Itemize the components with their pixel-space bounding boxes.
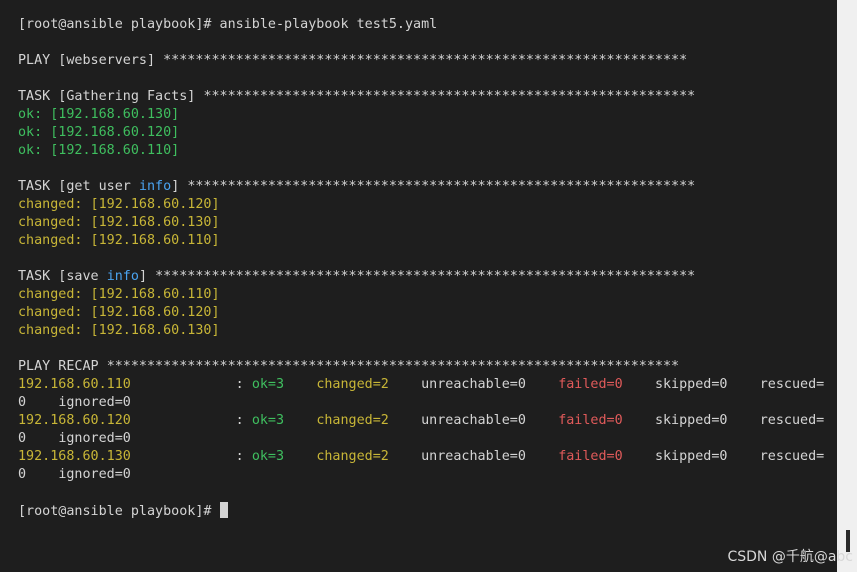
command: ansible-playbook test5.yaml: [219, 17, 438, 32]
command-line: [root@ansible playbook]# ansible-playboo…: [18, 16, 828, 34]
task-result: ok: [192.168.60.130]: [18, 107, 180, 122]
task-result: ok: [192.168.60.120]: [18, 125, 180, 140]
task-header-get-user-info: TASK [get user info] *******************…: [18, 179, 696, 194]
task-result: changed: [192.168.60.120]: [18, 197, 220, 212]
recap-row-wrap: 0 ignored=0: [18, 431, 131, 446]
recap-row-wrap: 0 ignored=0: [18, 467, 131, 482]
task-header-gathering-facts: TASK [Gathering Facts] *****************…: [18, 89, 696, 104]
scrollbar[interactable]: [837, 0, 857, 572]
recap-row: 192.168.60.120 : ok=3 changed=2 unreacha…: [18, 413, 825, 428]
watermark: CSDN @千航@abc: [727, 549, 853, 565]
prompt: [root@ansible playbook]#: [18, 504, 220, 519]
play-header: PLAY [webservers] **********************…: [18, 53, 688, 68]
recap-row: 192.168.60.130 : ok=3 changed=2 unreacha…: [18, 449, 825, 464]
task-result: changed: [192.168.60.120]: [18, 305, 220, 320]
text-cursor: [219, 502, 228, 518]
task-result: changed: [192.168.60.110]: [18, 287, 220, 302]
task-result: ok: [192.168.60.110]: [18, 143, 180, 158]
task-result: changed: [192.168.60.130]: [18, 323, 220, 338]
task-result: changed: [192.168.60.130]: [18, 215, 220, 230]
prompt: [root@ansible playbook]#: [18, 17, 220, 32]
recap-header: PLAY RECAP *****************************…: [18, 359, 680, 374]
recap-row-wrap: 0 ignored=0: [18, 395, 131, 410]
terminal-output[interactable]: [root@ansible playbook]# ansible-playboo…: [18, 16, 828, 520]
final-prompt-line[interactable]: [root@ansible playbook]#: [18, 502, 828, 520]
task-result: changed: [192.168.60.110]: [18, 233, 220, 248]
task-header-save-info: TASK [save info] ***********************…: [18, 269, 696, 284]
recap-row: 192.168.60.110 : ok=3 changed=2 unreacha…: [18, 377, 825, 392]
